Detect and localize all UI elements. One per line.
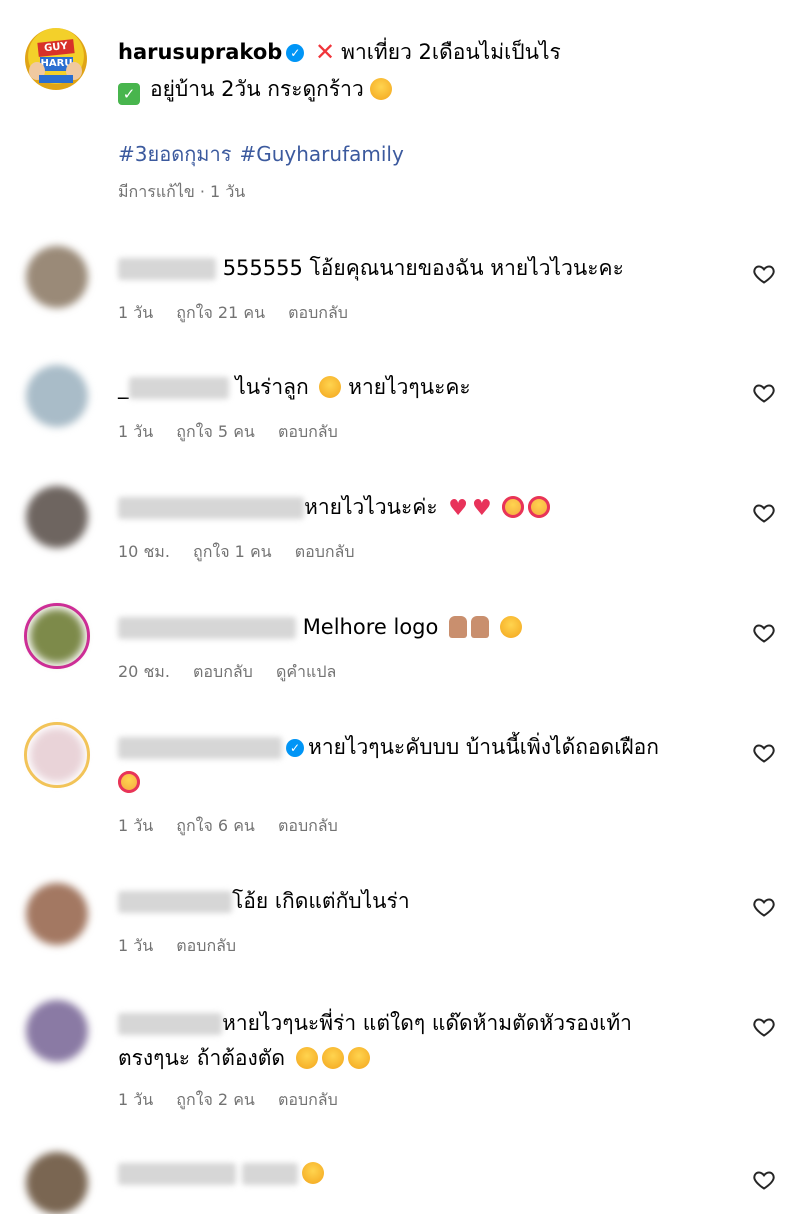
edited-timestamp: มีการแก้ไข · 1 วัน <box>118 182 246 201</box>
commenter-username-blurred[interactable] <box>118 891 232 913</box>
reply-button[interactable]: ตอบกลับ <box>288 303 348 322</box>
heart-outline-icon[interactable] <box>752 895 776 919</box>
comment-text: Melhore logo <box>118 610 738 645</box>
reply-button[interactable]: ตอบกลับ <box>176 936 236 955</box>
hashtag-link[interactable]: #3ยอดกุมาร <box>118 142 231 166</box>
heart-outline-icon[interactable] <box>752 262 776 286</box>
comment-body: หายไวไวนะค่ะ <box>304 495 438 519</box>
comment-text <box>118 1156 738 1191</box>
commenter-username-blurred[interactable] <box>118 1163 236 1185</box>
comment-like-count[interactable]: ถูกใจ 5 คน <box>176 422 255 441</box>
comment-like-count[interactable]: ถูกใจ 6 คน <box>176 816 255 835</box>
comment-meta: 20 ชม. ตอบกลับ ดูคำแปล <box>118 660 354 685</box>
hashtags: #3ยอดกุมาร #Guyharufamily <box>118 138 412 170</box>
heart-outline-icon[interactable] <box>752 1168 776 1192</box>
folded-hands-emoji-icon <box>471 616 490 638</box>
sweat-smile-emoji-icon <box>369 78 392 100</box>
comment-body-tail: หายไวๆนะคะ <box>348 375 471 399</box>
comment-body: ไนร่าลูก <box>235 375 309 399</box>
heart-outline-icon[interactable] <box>752 1015 776 1039</box>
heart-eyes-emoji-icon <box>502 496 525 518</box>
heart-outline-icon[interactable] <box>752 621 776 645</box>
comment-text: หายไวไวนะค่ะ ♥ ♥ <box>118 490 738 526</box>
tears-of-joy-emoji-icon <box>295 1047 318 1069</box>
comment-body: หายไวๆนะพี่ร่า แต่ใดๆ แด๊ดห้ามตัดหัวรองเ… <box>222 1011 632 1035</box>
commenter-username-prefix: _ <box>118 375 129 399</box>
commenter-avatar[interactable] <box>26 246 88 308</box>
commenter-avatar[interactable] <box>26 883 88 945</box>
comment-text: _ ไนร่าลูก หายไวๆนะคะ <box>118 370 738 405</box>
heart-eyes-emoji-icon <box>528 496 551 518</box>
tears-of-joy-emoji-icon <box>347 1047 370 1069</box>
comment-time: 1 วัน <box>118 303 154 322</box>
reply-button[interactable]: ตอบกลับ <box>278 1090 338 1109</box>
commenter-username-blurred[interactable] <box>128 377 229 399</box>
tears-of-joy-emoji-icon <box>302 1162 324 1184</box>
commenter-username-blurred[interactable] <box>118 258 216 280</box>
comment-time: 1 วัน <box>118 816 154 835</box>
comment-meta: 1 วัน ถูกใจ 21 คน ตอบกลับ <box>118 301 366 326</box>
commenter-avatar[interactable] <box>26 1152 88 1214</box>
comment-body: Melhore logo <box>302 615 439 639</box>
comment-text: ✓ หายไวๆนะคับบบ บ้านนี้เพิ่งได้ถอดเฝือก <box>118 730 738 800</box>
heart-outline-icon[interactable] <box>752 501 776 525</box>
commenter-username-blurred[interactable] <box>118 617 296 639</box>
reply-button[interactable]: ตอบกลับ <box>193 662 253 681</box>
reply-button[interactable]: ตอบกลับ <box>278 816 338 835</box>
tongue-emoji-icon <box>499 616 522 638</box>
avatar-logo-top: GUY <box>37 39 75 57</box>
red-heart-emoji-icon: ♥ <box>472 496 492 521</box>
see-translation-button[interactable]: ดูคำแปล <box>276 662 336 681</box>
heart-outline-icon[interactable] <box>752 741 776 765</box>
verified-badge-icon: ✓ <box>286 739 304 757</box>
post-username[interactable]: harusuprakob <box>118 40 282 64</box>
comment-body: 555555 โอ้ยคุณนายของฉัน หายไวไวนะคะ <box>222 256 624 280</box>
commenter-username-blurred <box>242 1163 298 1185</box>
comment-like-count[interactable]: ถูกใจ 21 คน <box>176 303 265 322</box>
reply-button[interactable]: ตอบกลับ <box>278 422 338 441</box>
commenter-username-blurred[interactable] <box>118 497 304 519</box>
commenter-avatar[interactable] <box>26 486 88 548</box>
comment-meta: 1 วัน ตอบกลับ <box>118 934 254 959</box>
comment-meta: 10 ชม. ถูกใจ 1 คน ตอบกลับ <box>118 540 373 565</box>
sweat-smile-emoji-icon <box>319 376 342 398</box>
comment-time: 1 วัน <box>118 936 154 955</box>
caption-line-2: อยู่บ้าน 2วัน กระดูกร้าว <box>150 77 364 101</box>
caption-line-1: พาเที่ยว 2เดือนไม่เป็นไร <box>341 40 561 64</box>
comment-like-count[interactable]: ถูกใจ 2 คน <box>176 1090 255 1109</box>
reply-button[interactable]: ตอบกลับ <box>295 542 355 561</box>
commenter-avatar[interactable] <box>30 609 84 663</box>
comment-time: 1 วัน <box>118 1090 154 1109</box>
tears-of-joy-emoji-icon <box>321 1047 344 1069</box>
check-mark-icon: ✓ <box>118 83 140 105</box>
comment-like-count[interactable]: ถูกใจ 1 คน <box>193 542 272 561</box>
comment-meta: 1 วัน ถูกใจ 6 คน ตอบกลับ <box>118 814 356 839</box>
comment-time: 1 วัน <box>118 422 154 441</box>
comment-time: 20 ชม. <box>118 662 170 681</box>
commenter-avatar[interactable] <box>26 365 88 427</box>
comment-text: 555555 โอ้ยคุณนายของฉัน หายไวไวนะคะ <box>118 251 738 286</box>
red-heart-emoji-icon: ♥ <box>448 496 469 521</box>
post-caption: harusuprakob ✓ ✕ พาเที่ยว 2เดือนไม่เป็นไร … <box>118 34 718 108</box>
comment-meta: 1 วัน ถูกใจ 5 คน ตอบกลับ <box>118 420 356 445</box>
commenter-username-blurred[interactable] <box>118 1013 222 1035</box>
cross-mark-icon: ✕ <box>315 38 336 66</box>
commenter-avatar[interactable] <box>30 728 84 782</box>
comment-body: โอ้ย เกิดแต่กับไนร่า <box>232 889 410 913</box>
comment-body-tail: ตรงๆนะ ถ้าต้องตัด <box>118 1046 286 1070</box>
comment-meta: 1 วัน ถูกใจ 2 คน ตอบกลับ <box>118 1088 356 1113</box>
folded-hands-emoji-icon <box>449 616 468 638</box>
commenter-username-blurred[interactable] <box>118 737 282 759</box>
avatar-banner <box>39 75 73 83</box>
commenter-avatar[interactable] <box>26 1000 88 1062</box>
hashtag-link[interactable]: #Guyharufamily <box>239 142 403 166</box>
post-author-avatar[interactable]: GUY HARU <box>25 28 87 90</box>
comment-text: โอ้ย เกิดแต่กับไนร่า <box>118 884 738 919</box>
comment-text: หายไวๆนะพี่ร่า แต่ใดๆ แด๊ดห้ามตัดหัวรองเ… <box>118 1006 738 1076</box>
comment-time: 10 ชม. <box>118 542 170 561</box>
verified-badge-icon: ✓ <box>286 44 305 62</box>
heart-outline-icon[interactable] <box>752 381 776 405</box>
smiling-hearts-emoji-icon <box>118 771 140 793</box>
comment-body: หายไวๆนะคับบบ บ้านนี้เพิ่งได้ถอดเฝือก <box>308 735 660 759</box>
